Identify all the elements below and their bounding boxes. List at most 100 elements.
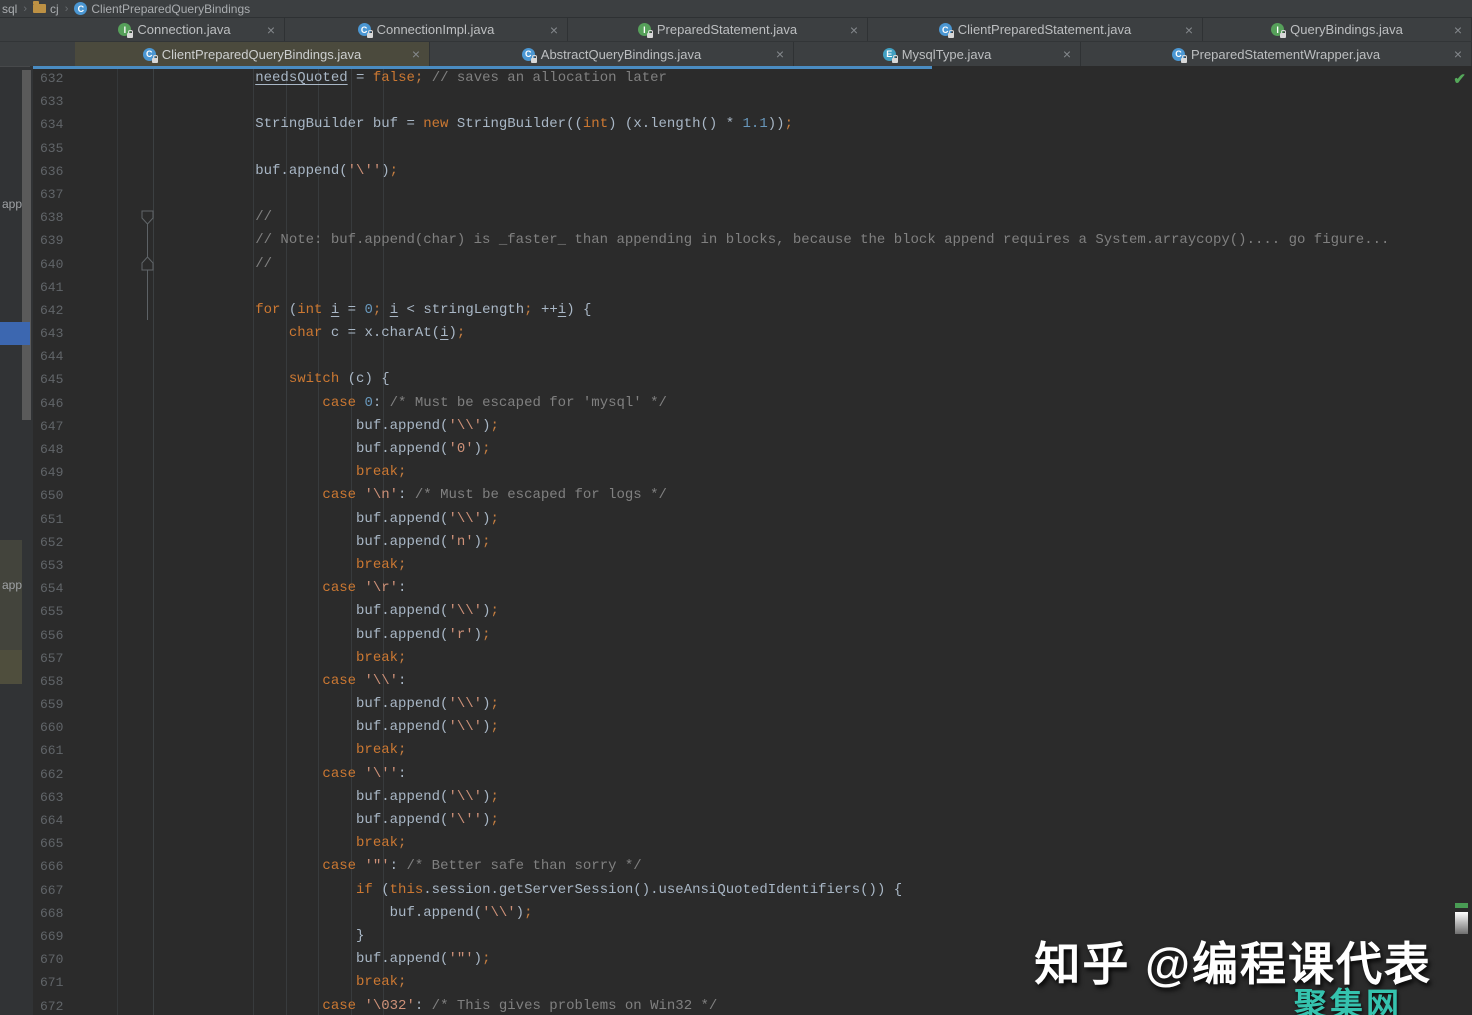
close-icon[interactable]: × xyxy=(1185,23,1193,37)
line-number[interactable]: 665 xyxy=(33,832,188,855)
line-number[interactable]: 652 xyxy=(33,531,188,554)
line-number[interactable]: 646 xyxy=(33,392,188,415)
code-line[interactable]: 635 xyxy=(33,137,1452,160)
editor-tab[interactable]: CClientPreparedStatement.java× xyxy=(868,18,1203,41)
close-icon[interactable]: × xyxy=(1454,23,1462,37)
line-number[interactable]: 635 xyxy=(33,137,188,160)
code-line[interactable]: 660 buf.append('\\'); xyxy=(33,716,1452,739)
breadcrumb-item[interactable]: cj xyxy=(33,2,59,16)
line-number[interactable]: 664 xyxy=(33,809,188,832)
code-line[interactable]: 647 buf.append('\\'); xyxy=(33,415,1452,438)
code-line[interactable]: 646 case 0: /* Must be escaped for 'mysq… xyxy=(33,392,1452,415)
code-line[interactable]: 665 break; xyxy=(33,832,1452,855)
line-number[interactable]: 645 xyxy=(33,368,188,391)
line-number[interactable]: 658 xyxy=(33,670,188,693)
line-number[interactable]: 648 xyxy=(33,438,188,461)
code-line[interactable]: 659 buf.append('\\'); xyxy=(33,693,1452,716)
line-number[interactable]: 653 xyxy=(33,554,188,577)
close-icon[interactable]: × xyxy=(267,23,275,37)
code-line[interactable]: 645 switch (c) { xyxy=(33,368,1452,391)
code-line[interactable]: 658 case '\\': xyxy=(33,670,1452,693)
code-line[interactable]: 655 buf.append('\\'); xyxy=(33,600,1452,623)
code-line[interactable]: 637 xyxy=(33,183,1452,206)
line-number[interactable]: 643 xyxy=(33,322,188,345)
code-line[interactable]: 668 buf.append('\\'); xyxy=(33,902,1452,925)
code-line[interactable]: 662 case '\'': xyxy=(33,763,1452,786)
code-line[interactable]: 639 // Note: buf.append(char) is _faster… xyxy=(33,229,1452,252)
line-number[interactable]: 656 xyxy=(33,624,188,647)
code-line[interactable]: 664 buf.append('\''); xyxy=(33,809,1452,832)
line-number[interactable]: 669 xyxy=(33,925,188,948)
code-line[interactable]: 651 buf.append('\\'); xyxy=(33,508,1452,531)
editor-tab[interactable]: CPreparedStatementWrapper.java× xyxy=(1081,42,1472,66)
line-number[interactable]: 662 xyxy=(33,763,188,786)
code-line[interactable]: 641 xyxy=(33,276,1452,299)
error-stripe-mark-green[interactable] xyxy=(1455,903,1468,908)
code-line[interactable]: 654 case '\r': xyxy=(33,577,1452,600)
line-number[interactable]: 650 xyxy=(33,484,188,507)
close-icon[interactable]: × xyxy=(1063,47,1071,61)
line-number[interactable]: 666 xyxy=(33,855,188,878)
line-number[interactable]: 639 xyxy=(33,229,188,252)
breadcrumb-item[interactable]: CClientPreparedQueryBindings xyxy=(74,2,250,16)
code-line[interactable]: 656 buf.append('r'); xyxy=(33,624,1452,647)
editor-tab[interactable]: IConnection.java× xyxy=(65,18,285,41)
line-number[interactable]: 641 xyxy=(33,276,188,299)
line-number[interactable]: 634 xyxy=(33,113,188,136)
line-number[interactable]: 637 xyxy=(33,183,188,206)
panel-scrollbar[interactable] xyxy=(22,70,31,420)
line-number[interactable]: 670 xyxy=(33,948,188,971)
line-number[interactable]: 632 xyxy=(33,67,188,90)
code-line[interactable]: 672 case '\032': /* This gives problems … xyxy=(33,995,1452,1015)
inspections-ok-icon[interactable]: ✔ xyxy=(1453,70,1466,88)
close-icon[interactable]: × xyxy=(776,47,784,61)
line-number[interactable]: 654 xyxy=(33,577,188,600)
line-number[interactable]: 659 xyxy=(33,693,188,716)
close-icon[interactable]: × xyxy=(412,47,420,61)
line-number[interactable]: 642 xyxy=(33,299,188,322)
code-line[interactable]: 643 char c = x.charAt(i); xyxy=(33,322,1452,345)
line-number[interactable]: 667 xyxy=(33,879,188,902)
code-line[interactable]: 644 xyxy=(33,345,1452,368)
code-editor[interactable]: 632 needsQuoted = false; // saves an all… xyxy=(33,67,1452,1015)
code-line[interactable]: 633 xyxy=(33,90,1452,113)
panel-label-app-1[interactable]: app xyxy=(2,197,22,211)
code-line[interactable]: 666 case '"': /* Better safe than sorry … xyxy=(33,855,1452,878)
code-line[interactable]: 657 break; xyxy=(33,647,1452,670)
code-line[interactable]: 667 if (this.session.getServerSession().… xyxy=(33,879,1452,902)
code-line[interactable]: 661 break; xyxy=(33,739,1452,762)
line-number[interactable]: 651 xyxy=(33,508,188,531)
error-stripe-mark-white[interactable] xyxy=(1455,912,1468,934)
close-icon[interactable]: × xyxy=(550,23,558,37)
editor-tab[interactable]: IPreparedStatement.java× xyxy=(568,18,868,41)
panel-label-app-2[interactable]: app xyxy=(2,578,22,592)
line-number[interactable]: 672 xyxy=(33,995,188,1015)
line-number[interactable]: 657 xyxy=(33,647,188,670)
fold-end-marker[interactable] xyxy=(141,256,154,271)
line-number[interactable]: 668 xyxy=(33,902,188,925)
code-line[interactable]: 650 case '\n': /* Must be escaped for lo… xyxy=(33,484,1452,507)
panel-selected-item[interactable] xyxy=(0,322,30,345)
line-number[interactable]: 663 xyxy=(33,786,188,809)
code-line[interactable]: 640 // xyxy=(33,253,1452,276)
line-number[interactable]: 655 xyxy=(33,600,188,623)
line-number[interactable]: 640 xyxy=(33,253,188,276)
line-number[interactable]: 649 xyxy=(33,461,188,484)
breadcrumb-item[interactable]: sql xyxy=(2,2,17,16)
code-line[interactable]: 634 StringBuilder buf = new StringBuilde… xyxy=(33,113,1452,136)
code-line[interactable]: 652 buf.append('n'); xyxy=(33,531,1452,554)
editor-tab[interactable]: CConnectionImpl.java× xyxy=(285,18,568,41)
line-number[interactable]: 660 xyxy=(33,716,188,739)
editor-tab[interactable]: CAbstractQueryBindings.java× xyxy=(430,42,794,66)
line-number[interactable]: 647 xyxy=(33,415,188,438)
line-number[interactable]: 661 xyxy=(33,739,188,762)
code-line[interactable]: 632 needsQuoted = false; // saves an all… xyxy=(33,67,1452,90)
line-number[interactable]: 633 xyxy=(33,90,188,113)
editor-tab[interactable]: EMysqlType.java× xyxy=(794,42,1081,66)
close-icon[interactable]: × xyxy=(1454,47,1462,61)
code-line[interactable]: 648 buf.append('0'); xyxy=(33,438,1452,461)
fold-start-marker[interactable] xyxy=(141,210,154,225)
code-line[interactable]: 636 buf.append('\''); xyxy=(33,160,1452,183)
editor-tab[interactable]: IQueryBindings.java× xyxy=(1203,18,1472,41)
code-line[interactable]: 663 buf.append('\\'); xyxy=(33,786,1452,809)
